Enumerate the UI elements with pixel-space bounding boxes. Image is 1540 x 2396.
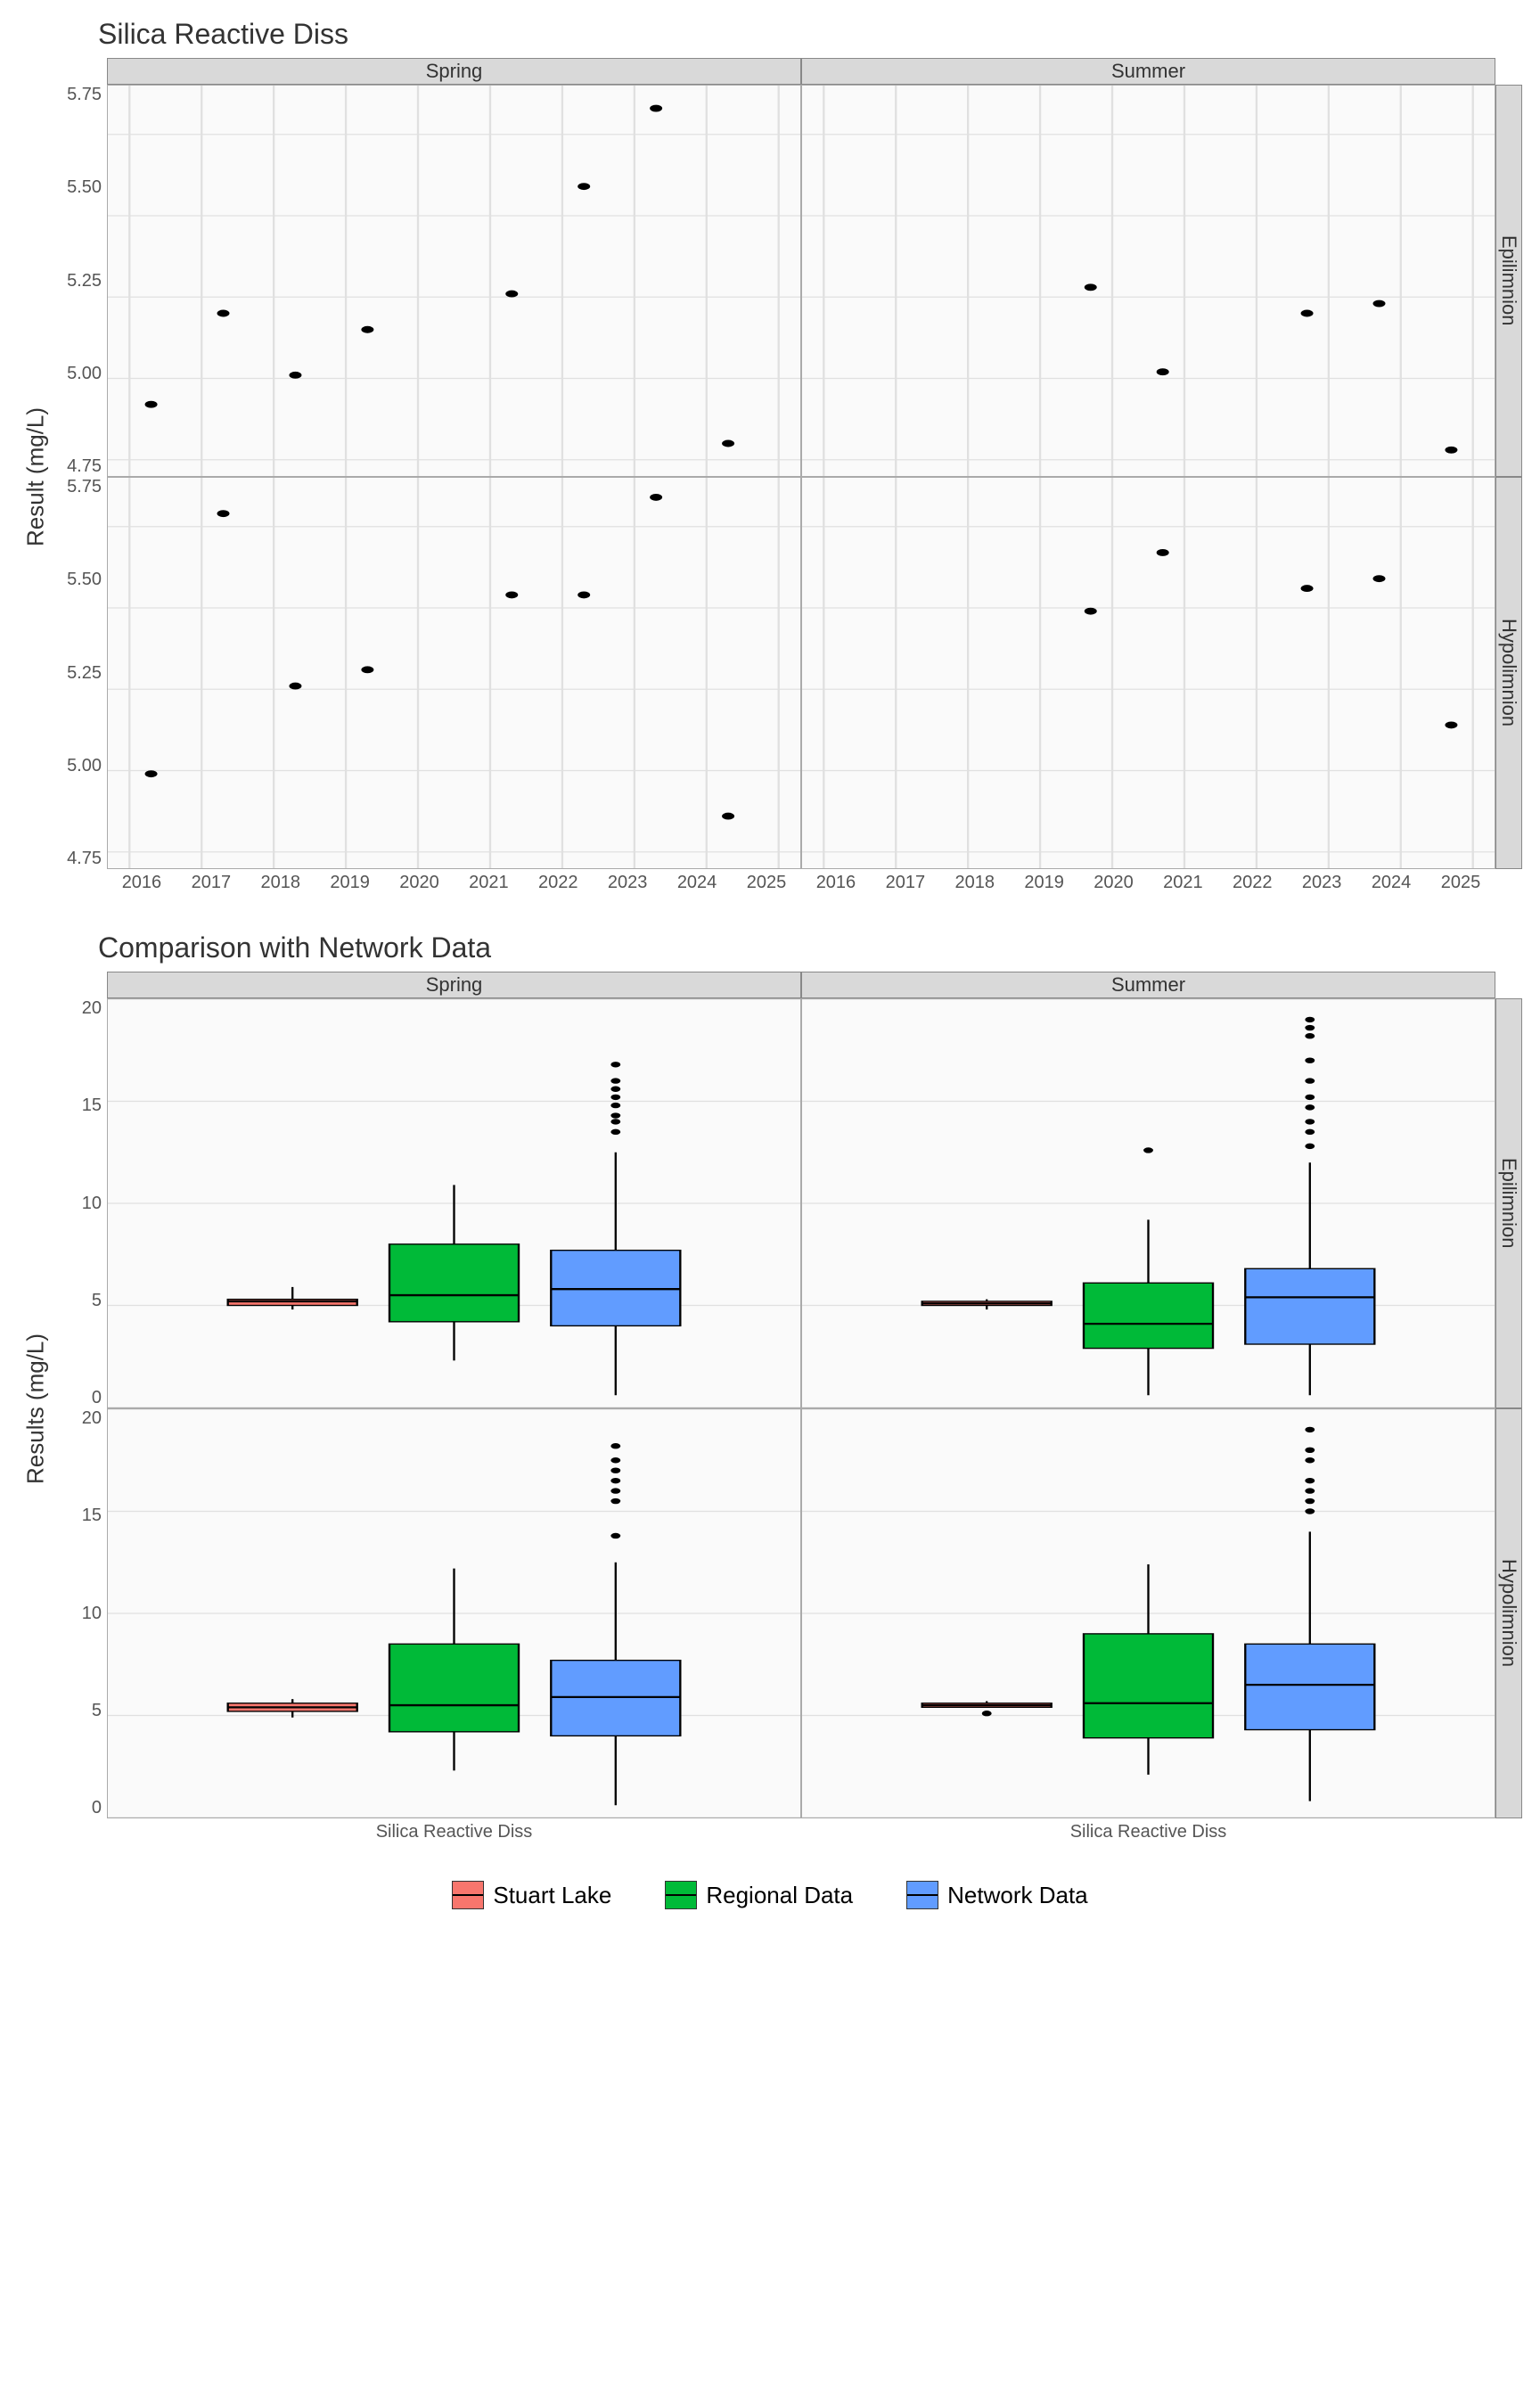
col-strip-summer: Summer xyxy=(801,972,1495,998)
boxplot-title: Comparison with Network Data xyxy=(98,931,1522,964)
panel-spring-hypolimnion xyxy=(107,477,801,869)
scatter-ylabel: Result (mg/L) xyxy=(18,58,53,896)
scatter-xticks: 2016201720182019202020212022202320242025 xyxy=(107,869,801,896)
panel-summer-hypolimnion xyxy=(801,477,1495,869)
row-strip-hypolimnion: Hypolimnion xyxy=(1495,477,1522,869)
row-strip-epilimnion: Epilimnion xyxy=(1495,85,1522,477)
boxplot-yticks: 20151050 xyxy=(53,998,107,1408)
scatter-yticks: 5.755.505.255.004.75 xyxy=(53,85,107,477)
legend-label: Network Data xyxy=(947,1882,1088,1909)
boxplot-facet-grid: Spring Summer 20151050 Epilimnion 201510… xyxy=(53,972,1522,1845)
col-strip-spring: Spring xyxy=(107,58,801,85)
boxplot-ylabel: Results (mg/L) xyxy=(18,972,53,1845)
boxplot-xlabel: Silica Reactive Diss xyxy=(801,1818,1495,1845)
col-strip-summer: Summer xyxy=(801,58,1495,85)
legend-key xyxy=(452,1881,484,1909)
boxplot-chart-block: Comparison with Network Data Results (mg… xyxy=(18,931,1522,1845)
legend: Stuart Lake Regional Data Network Data xyxy=(18,1881,1522,1909)
scatter-title: Silica Reactive Diss xyxy=(98,18,1522,51)
panel-summer-epilimnion xyxy=(801,85,1495,477)
panel-spring-hypolimnion xyxy=(107,1408,801,1818)
legend-label: Stuart Lake xyxy=(493,1882,611,1909)
panel-summer-epilimnion xyxy=(801,998,1495,1408)
legend-item: Network Data xyxy=(906,1881,1088,1909)
panel-summer-hypolimnion xyxy=(801,1408,1495,1818)
row-strip-hypolimnion: Hypolimnion xyxy=(1495,1408,1522,1818)
panel-spring-epilimnion xyxy=(107,85,801,477)
scatter-chart-block: Silica Reactive Diss Result (mg/L) Sprin… xyxy=(18,18,1522,896)
scatter-yticks: 5.755.505.255.004.75 xyxy=(53,477,107,869)
col-strip-spring: Spring xyxy=(107,972,801,998)
boxplot-xlabel: Silica Reactive Diss xyxy=(107,1818,801,1845)
boxplot-yticks: 20151050 xyxy=(53,1408,107,1818)
legend-item: Regional Data xyxy=(665,1881,853,1909)
legend-key xyxy=(665,1881,697,1909)
scatter-xticks: 2016201720182019202020212022202320242025 xyxy=(801,869,1495,896)
row-strip-epilimnion: Epilimnion xyxy=(1495,998,1522,1408)
scatter-facet-grid: Spring Summer 5.755.505.255.004.75 Epili… xyxy=(53,58,1522,896)
legend-key xyxy=(906,1881,938,1909)
panel-spring-epilimnion xyxy=(107,998,801,1408)
legend-label: Regional Data xyxy=(706,1882,853,1909)
legend-item: Stuart Lake xyxy=(452,1881,611,1909)
